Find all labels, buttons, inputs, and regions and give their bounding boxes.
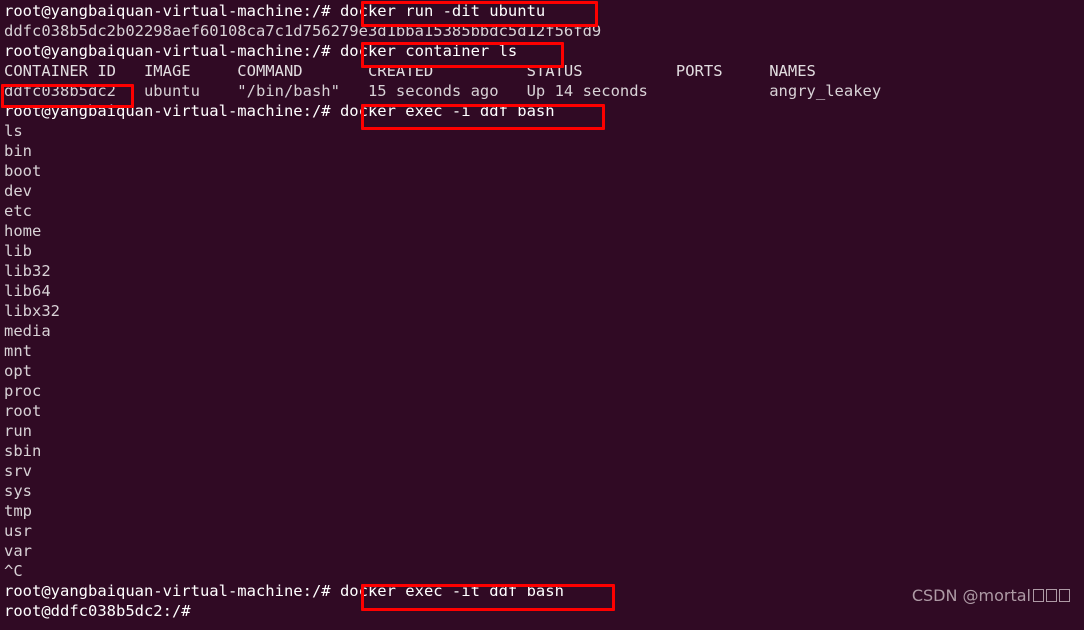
terminal-output-line: libx32 [4, 301, 1084, 321]
terminal-output-line: srv [4, 461, 1084, 481]
csdn-watermark: CSDN @mortal [891, 567, 1070, 624]
terminal-output-line: sbin [4, 441, 1084, 461]
terminal-command-line: root@yangbaiquan-virtual-machine:/# dock… [4, 101, 1084, 121]
container-table-row-text: ddfc038b5dc2 ubuntu "/bin/bash" 15 secon… [4, 82, 882, 100]
terminal-output-line: etc [4, 201, 1084, 221]
terminal-output-line-text: boot [4, 162, 42, 180]
terminal-output-line-text: root [4, 402, 42, 420]
terminal-output-line-text: proc [4, 382, 42, 400]
terminal-output-line: ddfc038b5dc2b02298aef60108ca7c1d756279e3… [4, 21, 1084, 41]
tofu-glyph-icon [1046, 589, 1057, 602]
terminal-output-line-text: opt [4, 362, 32, 380]
terminal-output-line-text: media [4, 322, 51, 340]
terminal-output-line: home [4, 221, 1084, 241]
terminal-output-line-text: var [4, 542, 32, 560]
terminal-output-line: lib32 [4, 261, 1084, 281]
tofu-glyph-icon [1033, 589, 1044, 602]
tofu-glyph-icon [1059, 589, 1070, 602]
terminal-output-line: proc [4, 381, 1084, 401]
terminal-output-line: dev [4, 181, 1084, 201]
terminal-output-line: var [4, 541, 1084, 561]
container-table-header: CONTAINER ID IMAGE COMMAND CREATED STATU… [4, 61, 1084, 81]
terminal-output-line: bin [4, 141, 1084, 161]
terminal-output-line-text: bin [4, 142, 32, 160]
terminal-output-line-text: run [4, 422, 32, 440]
terminal-output-line: root [4, 401, 1084, 421]
terminal-window: root@yangbaiquan-virtual-machine:/# dock… [0, 0, 1084, 630]
shell-prompt: root@yangbaiquan-virtual-machine:/# [4, 2, 340, 20]
terminal-output-line-text: tmp [4, 502, 32, 520]
terminal-output-line-text: dev [4, 182, 32, 200]
terminal-output-area[interactable]: root@yangbaiquan-virtual-machine:/# dock… [0, 0, 1084, 630]
terminal-output-line-text: ddfc038b5dc2b02298aef60108ca7c1d756279e3… [4, 22, 602, 40]
terminal-output-line-text: home [4, 222, 42, 240]
terminal-command-line: root@yangbaiquan-virtual-machine:/# dock… [4, 1, 1084, 21]
terminal-output-line: opt [4, 361, 1084, 381]
terminal-output-line: mnt [4, 341, 1084, 361]
terminal-output-line-text: usr [4, 522, 32, 540]
terminal-output-line-text: sbin [4, 442, 42, 460]
terminal-output-line: lib [4, 241, 1084, 261]
terminal-output-line: ls [4, 121, 1084, 141]
terminal-output-line: usr [4, 521, 1084, 541]
shell-prompt: root@yangbaiquan-virtual-machine:/# [4, 582, 340, 600]
terminal-output-line: media [4, 321, 1084, 341]
shell-prompt: root@ddfc038b5dc2:/# [4, 602, 191, 620]
terminal-output-line-text: mnt [4, 342, 32, 360]
container-table-row: ddfc038b5dc2 ubuntu "/bin/bash" 15 secon… [4, 81, 1084, 101]
terminal-output-line-text: lib64 [4, 282, 51, 300]
terminal-output-line-text: srv [4, 462, 32, 480]
terminal-output-line: run [4, 421, 1084, 441]
shell-prompt: root@yangbaiquan-virtual-machine:/# [4, 102, 340, 120]
terminal-output-line-text: lib32 [4, 262, 51, 280]
terminal-output-line: boot [4, 161, 1084, 181]
shell-command: docker run -dit ubuntu [339, 2, 546, 20]
terminal-output-line-text: etc [4, 202, 32, 220]
shell-command: docker container ls [339, 42, 518, 60]
terminal-command-line: root@yangbaiquan-virtual-machine:/# dock… [4, 41, 1084, 61]
shell-command: docker exec -i ddf bash [339, 102, 555, 120]
shell-command: docker exec -it ddf bash [339, 582, 564, 600]
terminal-output-line: lib64 [4, 281, 1084, 301]
terminal-output-line-text: lib [4, 242, 32, 260]
terminal-output-line: tmp [4, 501, 1084, 521]
terminal-output-line: sys [4, 481, 1084, 501]
terminal-output-line-text: libx32 [4, 302, 60, 320]
terminal-output-line-text: sys [4, 482, 32, 500]
container-table-header-text: CONTAINER ID IMAGE COMMAND CREATED STATU… [4, 62, 816, 80]
shell-prompt: root@yangbaiquan-virtual-machine:/# [4, 42, 340, 60]
terminal-output-line-text: ^C [4, 562, 23, 580]
terminal-output-line-text: ls [4, 122, 23, 140]
watermark-text: CSDN @mortal [911, 586, 1031, 605]
